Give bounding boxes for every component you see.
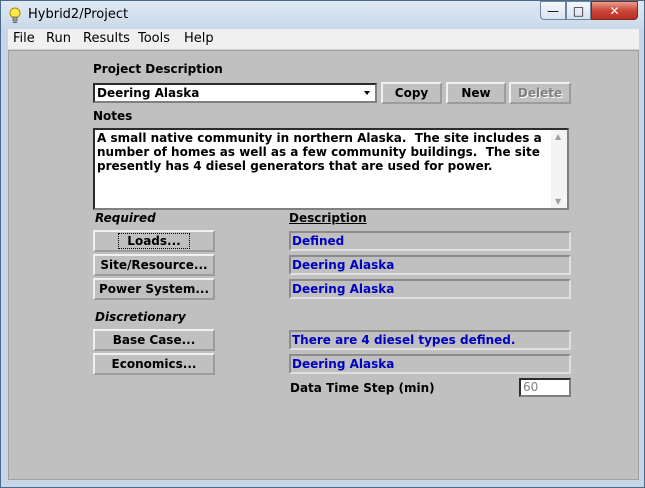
required-heading: Required bbox=[95, 211, 156, 225]
loads-button[interactable]: Loads... bbox=[93, 230, 215, 252]
site-resource-description: Deering Alaska bbox=[289, 255, 571, 275]
menu-file[interactable]: File bbox=[13, 31, 35, 46]
base-case-button[interactable]: Base Case... bbox=[93, 329, 215, 351]
menu-bar: File Run Results Tools Help bbox=[8, 29, 639, 50]
power-system-button-label: Power System... bbox=[98, 282, 210, 296]
scroll-down-icon[interactable]: ▼ bbox=[555, 197, 561, 206]
time-step-label: Data Time Step (min) bbox=[290, 381, 435, 395]
delete-button[interactable]: Delete bbox=[509, 82, 571, 104]
new-button[interactable]: New bbox=[446, 82, 506, 104]
power-system-description: Deering Alaska bbox=[289, 279, 571, 299]
delete-button-label: Delete bbox=[517, 86, 563, 100]
notes-textarea[interactable]: A small native community in northern Ala… bbox=[93, 128, 569, 210]
maximize-icon: □ bbox=[572, 4, 585, 18]
close-button[interactable]: ✕ bbox=[591, 1, 638, 20]
scroll-up-icon[interactable]: ▲ bbox=[555, 132, 561, 141]
base-case-button-label: Base Case... bbox=[112, 333, 196, 347]
power-system-button[interactable]: Power System... bbox=[93, 278, 215, 300]
dropdown-arrow-icon[interactable] bbox=[359, 85, 375, 101]
notes-scrollbar[interactable]: ▲ ▼ bbox=[551, 130, 567, 208]
loads-description: Defined bbox=[289, 231, 571, 251]
project-description-label: Project Description bbox=[93, 62, 223, 76]
window-title: Hybrid2/Project bbox=[28, 7, 129, 22]
minimize-button[interactable]: — bbox=[540, 1, 566, 20]
menu-help[interactable]: Help bbox=[184, 31, 214, 46]
lightbulb-icon bbox=[9, 7, 21, 23]
maximize-button[interactable]: □ bbox=[566, 1, 591, 20]
app-window: Hybrid2/Project — □ ✕ File Run Results T… bbox=[0, 0, 645, 488]
minimize-icon: — bbox=[547, 4, 559, 18]
economics-button[interactable]: Economics... bbox=[93, 353, 215, 375]
time-step-input[interactable]: 60 bbox=[519, 378, 571, 397]
copy-button[interactable]: Copy bbox=[381, 82, 442, 104]
project-form: Project Description Deering Alaska Copy … bbox=[8, 50, 639, 480]
title-bar: Hybrid2/Project — □ ✕ bbox=[1, 1, 644, 29]
economics-description: Deering Alaska bbox=[289, 354, 571, 374]
base-case-description: There are 4 diesel types defined. bbox=[289, 330, 571, 350]
close-icon: ✕ bbox=[609, 4, 620, 18]
loads-button-label: Loads... bbox=[118, 233, 190, 249]
project-select-value: Deering Alaska bbox=[97, 86, 200, 100]
site-resource-button-label: Site/Resource... bbox=[100, 258, 208, 272]
economics-button-label: Economics... bbox=[111, 357, 197, 371]
notes-text: A small native community in northern Ala… bbox=[97, 131, 546, 173]
new-button-label: New bbox=[461, 86, 491, 100]
menu-tools[interactable]: Tools bbox=[138, 31, 170, 46]
copy-button-label: Copy bbox=[394, 86, 429, 100]
menu-results[interactable]: Results bbox=[83, 31, 130, 46]
notes-label: Notes bbox=[93, 109, 133, 123]
menu-run[interactable]: Run bbox=[46, 31, 71, 46]
discretionary-heading: Discretionary bbox=[95, 310, 186, 324]
description-heading: Description bbox=[289, 211, 367, 225]
project-select[interactable]: Deering Alaska bbox=[93, 83, 377, 103]
site-resource-button[interactable]: Site/Resource... bbox=[93, 254, 215, 276]
